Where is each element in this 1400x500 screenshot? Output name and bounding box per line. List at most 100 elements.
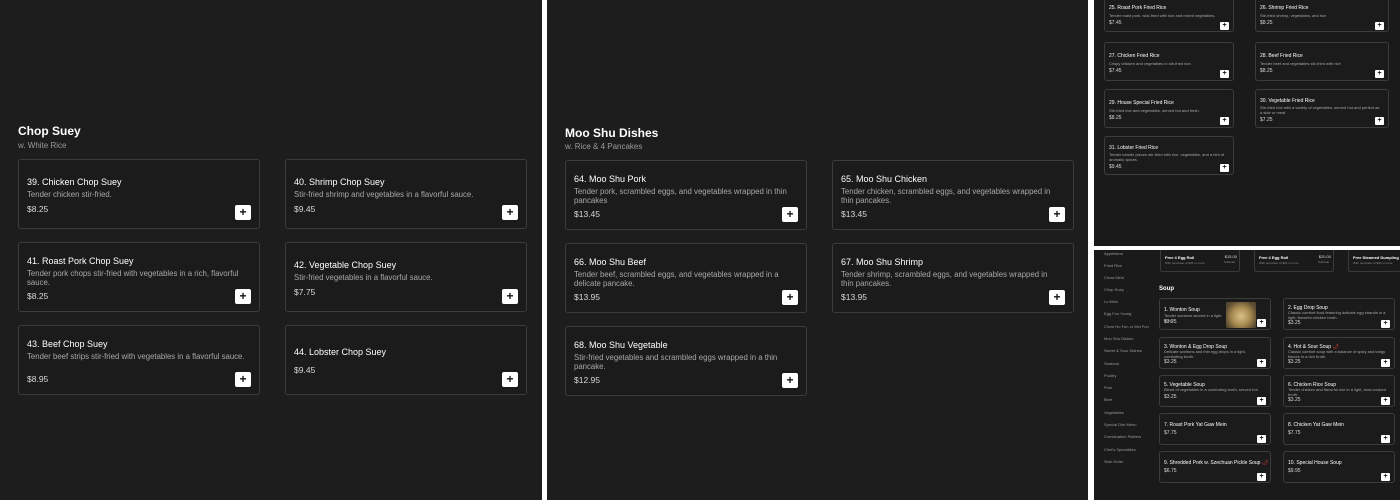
menu-item-card[interactable]: 41. Roast Pork Chop Suey Tender pork cho… bbox=[18, 242, 260, 312]
add-to-cart-button[interactable]: + bbox=[1220, 117, 1229, 125]
add-to-cart-button[interactable]: + bbox=[1257, 359, 1266, 367]
sidebar-item[interactable]: Pork bbox=[1104, 385, 1112, 390]
sidebar-item[interactable]: Combination Platters bbox=[1104, 434, 1141, 439]
menu-item-card[interactable]: 7. Roast Pork Yat Gaw Mein $7.75 + bbox=[1159, 413, 1271, 445]
menu-item-card[interactable]: 65. Moo Shu Chicken Tender chicken, scra… bbox=[832, 160, 1074, 230]
menu-item-card[interactable]: 31. Lobster Fried Rice Tender lobster pi… bbox=[1104, 136, 1234, 175]
item-name: 43. Beef Chop Suey bbox=[27, 339, 108, 349]
menu-item-card[interactable]: 28. Beef Fried Rice Tender beef and vege… bbox=[1255, 42, 1389, 81]
sidebar-item[interactable]: Special Diet Menu bbox=[1104, 422, 1136, 427]
add-to-cart-button[interactable]: + bbox=[502, 289, 518, 304]
chop-suey-panel: Chop Suey w. White Rice 39. Chicken Chop… bbox=[0, 0, 542, 500]
sidebar-item[interactable]: Egg Foo Young bbox=[1104, 311, 1131, 316]
fried-rice-panel: 25. Roast Pork Fried Rice Tender roast p… bbox=[1094, 0, 1400, 246]
sidebar-item[interactable]: Side Order bbox=[1104, 459, 1123, 464]
promo-card[interactable]: Free Steamed Dumpling With purchase of $… bbox=[1348, 250, 1400, 272]
sidebar-item[interactable]: Poultry bbox=[1104, 373, 1116, 378]
add-to-cart-button[interactable]: + bbox=[1375, 117, 1384, 125]
sidebar-item[interactable]: Fried Rice bbox=[1104, 263, 1122, 268]
sidebar-item[interactable]: Chow Ho Fun or Mei Fun bbox=[1104, 324, 1149, 329]
item-name: 65. Moo Shu Chicken bbox=[841, 174, 928, 184]
sidebar-item[interactable]: Vegetables bbox=[1104, 410, 1124, 415]
menu-item-card[interactable]: 43. Beef Chop Suey Tender beef strips st… bbox=[18, 325, 260, 395]
item-price: $9.95 bbox=[1288, 468, 1301, 474]
add-to-cart-button[interactable]: + bbox=[1220, 22, 1229, 30]
item-price: $7.75 bbox=[1288, 430, 1301, 436]
add-to-cart-button[interactable]: + bbox=[1257, 319, 1266, 327]
add-to-cart-button[interactable]: + bbox=[1381, 473, 1390, 481]
item-name: 41. Roast Pork Chop Suey bbox=[27, 256, 134, 266]
add-to-cart-button[interactable]: + bbox=[782, 290, 798, 305]
menu-item-card[interactable]: 9. Shredded Pork w. Szechuan Pickle Soup… bbox=[1159, 451, 1271, 483]
menu-item-card[interactable]: 8. Chicken Yat Gaw Mein $7.75 + bbox=[1283, 413, 1395, 445]
promo-card[interactable]: Free 4 Egg Roll With purchase of $25 or … bbox=[1160, 250, 1240, 272]
item-name: 44. Lobster Chop Suey bbox=[294, 347, 387, 357]
add-to-cart-button[interactable]: + bbox=[235, 372, 251, 387]
add-to-cart-button[interactable]: + bbox=[1257, 473, 1266, 481]
item-name: 9. Shredded Pork w. Szechuan Pickle Soup… bbox=[1164, 460, 1268, 466]
moo-shu-panel: Moo Shu Dishes w. Rice & 4 Pancakes 64. … bbox=[547, 0, 1088, 500]
add-to-cart-button[interactable]: + bbox=[782, 207, 798, 222]
sidebar-item[interactable]: Sweet & Sour Dishes bbox=[1104, 348, 1142, 353]
sidebar-item[interactable]: Chef's Specialties bbox=[1104, 447, 1136, 452]
add-to-cart-button[interactable]: + bbox=[502, 205, 518, 220]
add-to-cart-button[interactable]: + bbox=[235, 205, 251, 220]
menu-item-card[interactable]: 5. Vegetable Soup Blend of vegetables in… bbox=[1159, 375, 1271, 407]
sidebar-item[interactable]: Seafood bbox=[1104, 361, 1119, 366]
add-to-cart-button[interactable]: + bbox=[1381, 435, 1390, 443]
menu-item-card[interactable]: 1. Wonton Soup Tender wontons served in … bbox=[1159, 298, 1271, 330]
add-to-cart-button[interactable]: + bbox=[1257, 435, 1266, 443]
item-price: $8.25 bbox=[1260, 20, 1273, 26]
item-price: $7.75 bbox=[1164, 430, 1177, 436]
sidebar-item[interactable]: Lo Mein bbox=[1104, 299, 1118, 304]
menu-item-card[interactable]: 3. Wonton & Egg Drop Soup Delicate wonto… bbox=[1159, 337, 1271, 369]
menu-item-card[interactable]: 26. Shrimp Fried Rice Stir-fried shrimp,… bbox=[1255, 0, 1389, 32]
add-to-cart-button[interactable]: + bbox=[235, 289, 251, 304]
menu-item-card[interactable]: 67. Moo Shu Shrimp Tender shrimp, scramb… bbox=[832, 243, 1074, 313]
add-to-cart-button[interactable]: + bbox=[1220, 164, 1229, 172]
add-to-cart-button[interactable]: + bbox=[1381, 397, 1390, 405]
add-to-cart-button[interactable]: + bbox=[1049, 207, 1065, 222]
promo-subtitle: With purchase of $40 or more bbox=[1353, 261, 1393, 265]
menu-item-card[interactable]: 66. Moo Shu Beef Tender beef, scrambled … bbox=[565, 243, 807, 313]
menu-item-card[interactable]: 68. Moo Shu Vegetable Stir-fried vegetab… bbox=[565, 326, 807, 396]
promo-title: Free 4 Egg Roll bbox=[1259, 255, 1289, 260]
sidebar-item[interactable]: Moo Shu Dishes bbox=[1104, 336, 1133, 341]
sidebar-item[interactable]: Appetizers bbox=[1104, 251, 1123, 256]
menu-item-card[interactable]: 2. Egg Drop Soup Classic comfort food fe… bbox=[1283, 298, 1395, 330]
item-price: $9.45 bbox=[294, 365, 316, 375]
promo-card[interactable]: Free 4 Egg Roll With purchase of $25 or … bbox=[1254, 250, 1334, 272]
menu-item-card[interactable]: 42. Vegetable Chop Suey Stir-fried veget… bbox=[285, 242, 527, 312]
item-description: Delicate wontons and thin egg drops in a… bbox=[1164, 349, 1246, 359]
item-price: $13.45 bbox=[841, 209, 867, 219]
item-description: Classic comfort soup with a balance of s… bbox=[1288, 349, 1386, 359]
add-to-cart-button[interactable]: + bbox=[1220, 70, 1229, 78]
sidebar-item[interactable]: Chop Suey bbox=[1104, 287, 1124, 292]
menu-item-card[interactable]: 30. Vegetable Fried Rice Stir-fried rice… bbox=[1255, 89, 1389, 128]
menu-item-card[interactable]: 44. Lobster Chop Suey $9.45 + bbox=[285, 325, 527, 395]
add-to-cart-button[interactable]: + bbox=[782, 373, 798, 388]
item-price: $8.25 bbox=[1109, 115, 1122, 121]
add-to-cart-button[interactable]: + bbox=[1381, 359, 1390, 367]
add-to-cart-button[interactable]: + bbox=[1257, 397, 1266, 405]
menu-item-card[interactable]: 6. Chicken Rice Soup Tender chicken and … bbox=[1283, 375, 1395, 407]
item-name: 31. Lobster Fried Rice bbox=[1109, 145, 1159, 151]
add-to-cart-button[interactable]: + bbox=[502, 372, 518, 387]
section-title-moo-shu: Moo Shu Dishes bbox=[565, 126, 659, 140]
menu-item-card[interactable]: 10. Special House Soup $9.95 + bbox=[1283, 451, 1395, 483]
menu-item-card[interactable]: 25. Roast Pork Fried Rice Tender roast p… bbox=[1104, 0, 1234, 32]
menu-item-card[interactable]: 64. Moo Shu Pork Tender pork, scrambled … bbox=[565, 160, 807, 230]
menu-item-card[interactable]: 27. Chicken Fried Rice Crispy chicken an… bbox=[1104, 42, 1234, 81]
promo-price: $20.00 bbox=[1318, 254, 1331, 259]
menu-item-card[interactable]: 40. Shrimp Chop Suey Stir-fried shrimp a… bbox=[285, 159, 527, 229]
add-to-cart-button[interactable]: + bbox=[1049, 290, 1065, 305]
sidebar-item[interactable]: Chow Mein bbox=[1104, 275, 1124, 280]
item-price: $13.95 bbox=[841, 292, 867, 302]
add-to-cart-button[interactable]: + bbox=[1381, 320, 1390, 328]
menu-item-card[interactable]: 29. House Special Fried Rice Stir-fried … bbox=[1104, 89, 1234, 128]
add-to-cart-button[interactable]: + bbox=[1375, 22, 1384, 30]
menu-item-card[interactable]: 39. Chicken Chop Suey Tender chicken sti… bbox=[18, 159, 260, 229]
add-to-cart-button[interactable]: + bbox=[1375, 70, 1384, 78]
sidebar-item[interactable]: Beef bbox=[1104, 397, 1112, 402]
menu-item-card[interactable]: 4. Hot & Sour Soup 🌶 Classic comfort sou… bbox=[1283, 337, 1395, 369]
